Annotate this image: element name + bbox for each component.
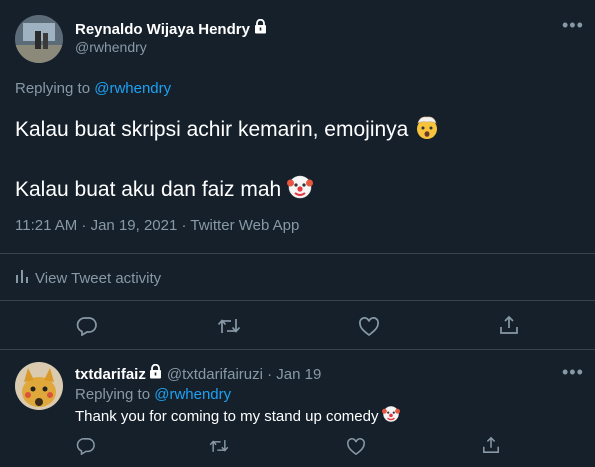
exploding-head-emoji — [414, 114, 440, 146]
tweet-text-line-1: Kalau buat skripsi achir kemarin, emojin… — [15, 118, 409, 141]
avatar[interactable] — [15, 15, 63, 63]
share-icon[interactable] — [499, 315, 519, 335]
replying-handle-link[interactable]: @rwhendry — [94, 80, 171, 97]
retweet-icon[interactable] — [209, 438, 229, 454]
like-icon[interactable] — [358, 317, 380, 337]
lock-icon — [149, 363, 162, 384]
reply-text: Thank you for coming to my stand up come… — [75, 407, 379, 425]
reply-handle-date[interactable]: @txtdarifairuzi · Jan 19 — [167, 366, 321, 383]
activity-icon — [15, 268, 29, 289]
replying-label: Replying to — [15, 80, 91, 97]
reply-icon[interactable] — [76, 437, 96, 455]
tweet-meta[interactable]: 11:21 AM · Jan 19, 2021 · Twitter Web Ap… — [15, 217, 299, 234]
divider — [0, 253, 595, 254]
author-handle[interactable]: @rwhendry — [75, 39, 147, 55]
reply-replying-label: Replying to — [75, 386, 151, 403]
share-icon[interactable] — [482, 436, 500, 454]
lock-icon — [254, 18, 267, 39]
retweet-icon[interactable] — [217, 317, 241, 335]
more-icon[interactable]: ••• — [562, 362, 584, 383]
reply-icon[interactable] — [76, 316, 98, 336]
like-icon[interactable] — [346, 438, 366, 456]
divider — [0, 300, 595, 301]
more-icon[interactable]: ••• — [562, 15, 584, 36]
author-name[interactable]: Reynaldo Wijaya Hendry — [75, 21, 250, 38]
clown-face-emoji — [287, 174, 314, 206]
reply-replying-handle-link[interactable]: @rwhendry — [154, 386, 231, 403]
tweet-text-line-2: Kalau buat aku dan faiz mah — [15, 178, 282, 201]
clown-face-emoji — [382, 405, 401, 427]
avatar[interactable] — [15, 362, 63, 410]
reply-author-name[interactable]: txtdarifaiz — [75, 366, 146, 383]
view-tweet-activity-link[interactable]: View Tweet activity — [35, 270, 161, 287]
divider — [0, 349, 595, 350]
